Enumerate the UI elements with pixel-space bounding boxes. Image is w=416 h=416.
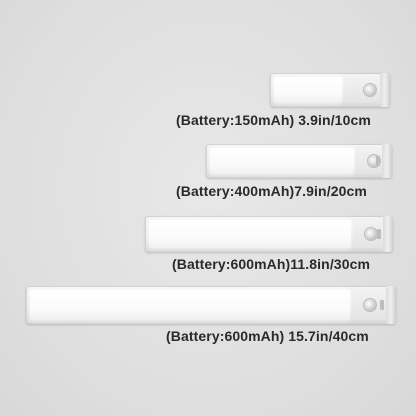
product-image: (Battery:150mAh) 3.9in/10cm (Battery:400… [0,0,416,416]
motion-sensor-icon [365,228,377,240]
light-panel [274,77,342,103]
light-bar-30cm [145,216,393,252]
product-label-10cm: (Battery:150mAh) 3.9in/10cm [176,112,371,128]
endcap [383,216,393,252]
light-panel [210,148,354,174]
motion-sensor-icon [364,299,376,311]
light-bar-20cm [206,144,392,178]
product-label-40cm: (Battery:600mAh) 15.7in/40cm [166,328,369,344]
light-bar-40cm [26,286,396,324]
product-label-30cm: (Battery:600mAh)11.8in/30cm [172,256,371,272]
motion-sensor-icon [364,84,376,96]
light-bar-10cm [270,73,390,107]
endcap [380,73,390,107]
power-switch-icon [376,156,380,166]
power-switch-icon [377,229,381,239]
light-panel [30,290,350,320]
endcap [382,144,392,178]
power-switch-icon [380,300,384,310]
product-label-20cm: (Battery:400mAh)7.9in/20cm [176,183,367,199]
endcap [386,286,396,324]
light-panel [149,220,351,248]
